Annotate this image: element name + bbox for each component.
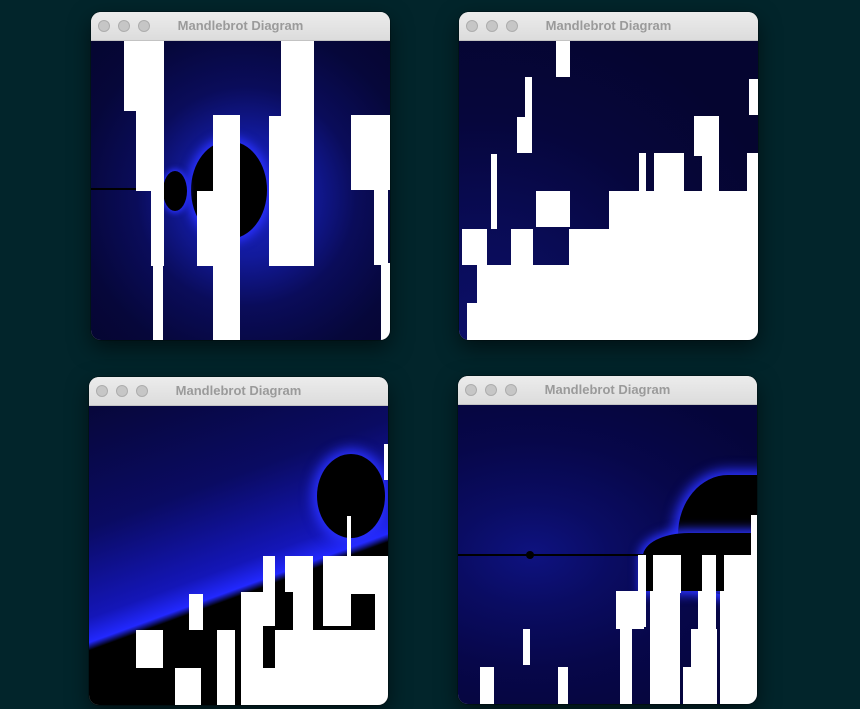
window-title: Mandlebrot Diagram [544,382,671,397]
unrendered-strip [351,115,390,190]
unrendered-strip [654,153,684,193]
unrendered-strip [747,153,758,193]
unrendered-strip [374,189,388,265]
unrendered-strip [467,303,479,340]
window-title: Mandlebrot Diagram [545,18,672,33]
unrendered-strip [384,444,388,480]
unrendered-strip [281,41,314,116]
unrendered-strip [243,668,388,705]
unrendered-strip [189,594,203,630]
window-title: Mandlebrot Diagram [175,383,302,398]
unrendered-strip [269,116,314,266]
unrendered-strip [347,516,351,556]
unrendered-strip [136,41,164,191]
unrendered-strip [517,117,532,153]
unrendered-strip [151,191,164,266]
unrendered-strip [702,153,719,193]
unrendered-strip [556,41,570,77]
unrendered-strip [477,265,758,340]
set-bulb [163,171,187,211]
unrendered-strip [751,515,757,555]
unrendered-strip [263,556,275,626]
mandelbrot-window-1[interactable]: Mandlebrot Diagram [91,12,390,340]
set-bulb [317,454,385,538]
fractal-canvas[interactable] [459,41,758,340]
unrendered-strip [351,556,388,594]
mandelbrot-window-3[interactable]: Mandlebrot Diagram [89,377,388,705]
unrendered-strip [136,630,163,668]
unrendered-strip [525,77,532,117]
unrendered-strip [536,191,570,227]
unrendered-strip [569,229,758,267]
unrendered-strip [462,229,487,265]
unrendered-strip [375,594,388,630]
unrendered-strip [724,555,757,591]
fractal-canvas[interactable] [89,406,388,705]
unrendered-strip [749,79,758,115]
unrendered-strip [285,556,313,592]
unrendered-strip [609,191,758,229]
unrendered-strip [683,667,717,704]
window-title: Mandlebrot Diagram [177,18,304,33]
unrendered-strip [323,556,351,626]
unrendered-strip [558,667,568,704]
unrendered-strip [720,591,757,704]
title-bar[interactable]: Mandlebrot Diagram [458,376,757,405]
unrendered-strip [650,591,680,704]
unrendered-strip [620,629,632,704]
unrendered-strip [197,191,215,266]
mandelbrot-window-2[interactable]: Mandlebrot Diagram [459,12,758,340]
title-bar[interactable]: Mandlebrot Diagram [91,12,390,41]
unrendered-strip [217,630,235,705]
title-bar[interactable]: Mandlebrot Diagram [89,377,388,406]
unrendered-strip [275,630,388,669]
unrendered-strip [698,591,716,629]
mandelbrot-window-4[interactable]: Mandlebrot Diagram [458,376,757,704]
title-bar[interactable]: Mandlebrot Diagram [459,12,758,41]
unrendered-strip [694,116,719,156]
set-mini-bulb [526,551,534,559]
set-antenna [458,554,643,556]
unrendered-strip [691,629,717,667]
unrendered-strip [511,229,533,267]
unrendered-strip [639,153,646,193]
unrendered-strip [653,555,681,593]
unrendered-strip [491,154,497,229]
unrendered-strip [293,592,313,630]
unrendered-strip [153,261,163,340]
unrendered-strip [523,629,530,665]
unrendered-strip [213,115,240,340]
unrendered-strip [381,263,390,340]
unrendered-strip [616,591,644,629]
fractal-canvas[interactable] [91,41,390,340]
unrendered-strip [480,667,494,704]
fractal-canvas[interactable] [458,405,757,704]
unrendered-strip [175,668,201,705]
unrendered-strip [702,555,716,591]
